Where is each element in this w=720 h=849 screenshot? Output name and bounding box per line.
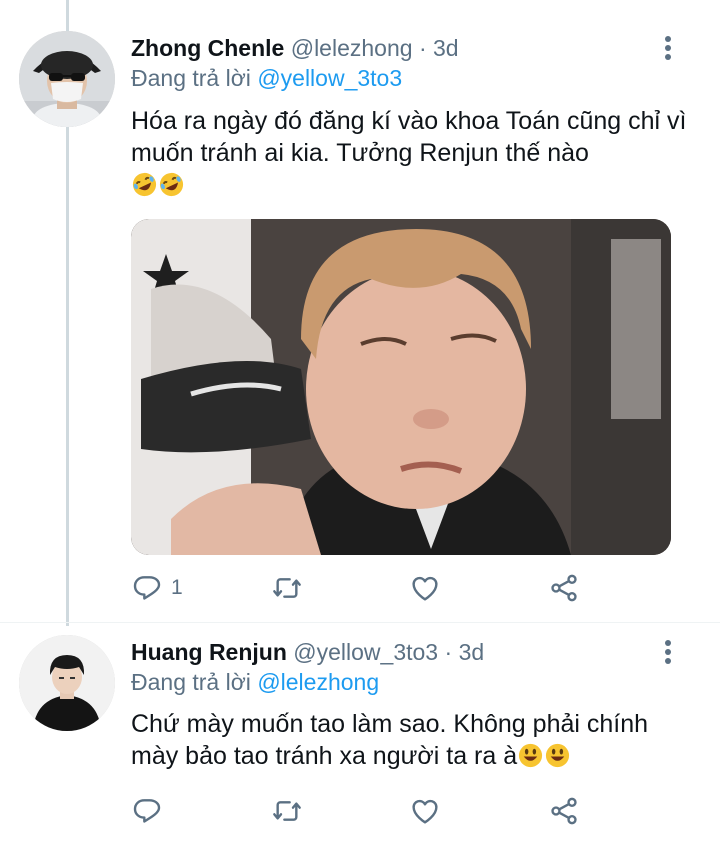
avatar[interactable] xyxy=(19,31,115,127)
share-button[interactable] xyxy=(548,791,580,831)
more-icon[interactable] xyxy=(658,33,678,63)
share-icon xyxy=(551,797,577,825)
replying-mention-link[interactable]: @yellow_3to3 xyxy=(257,65,402,91)
retweet-button[interactable] xyxy=(271,791,303,831)
tweet-body: Hóa ra ngày đó đăng kí vào khoa Toán cũn… xyxy=(131,107,687,167)
replying-mention-link[interactable]: @lelezhong xyxy=(257,669,379,695)
replying-to-line: Đang trả lời @lelezhong xyxy=(131,667,379,697)
like-button[interactable] xyxy=(409,568,441,608)
share-button[interactable] xyxy=(548,568,580,608)
avatar[interactable] xyxy=(19,635,115,731)
replying-to-line: Đang trả lời @yellow_3to3 xyxy=(131,63,402,93)
author-name[interactable]: Zhong Chenle xyxy=(131,35,284,61)
grinning-face-emoji xyxy=(519,743,543,768)
reply-icon xyxy=(133,799,161,823)
replying-label: Đang trả lời xyxy=(131,65,251,91)
separator-dot: · xyxy=(418,35,427,61)
more-icon[interactable] xyxy=(658,637,678,667)
tweet[interactable]: Huang Renjun @yellow_3to3 · 3d Đang trả … xyxy=(0,622,720,849)
reply-icon xyxy=(133,576,161,600)
grinning-face-emoji xyxy=(546,743,570,768)
tweet-actions xyxy=(131,791,591,831)
like-icon xyxy=(412,576,438,601)
share-icon xyxy=(551,574,577,602)
separator-dot: · xyxy=(444,639,453,665)
retweet-icon xyxy=(273,801,301,821)
author-handle[interactable]: @lelezhong xyxy=(291,35,413,61)
rolling-on-floor-laughing-emoji xyxy=(159,172,184,197)
tweet-header: Huang Renjun @yellow_3to3 · 3d xyxy=(131,637,484,667)
replying-label: Đang trả lời xyxy=(131,669,251,695)
tweet-text: Chứ mày muốn tao làm sao. Không phải chí… xyxy=(131,708,691,772)
tweet-text: Hóa ra ngày đó đăng kí vào khoa Toán cũn… xyxy=(131,105,691,201)
reply-count: 1 xyxy=(171,576,183,599)
retweet-icon xyxy=(273,578,301,598)
reply-button[interactable] xyxy=(131,791,171,831)
tweet-header: Zhong Chenle @lelezhong · 3d xyxy=(131,33,459,63)
timestamp[interactable]: 3d xyxy=(433,35,459,61)
author-handle[interactable]: @yellow_3to3 xyxy=(293,639,438,665)
tweet-actions: 1 xyxy=(131,568,591,608)
author-name[interactable]: Huang Renjun xyxy=(131,639,287,665)
reply-button[interactable]: 1 xyxy=(131,568,183,608)
rolling-on-floor-laughing-emoji xyxy=(132,172,157,197)
tweet-photo[interactable] xyxy=(131,219,671,555)
timestamp[interactable]: 3d xyxy=(459,639,485,665)
like-icon xyxy=(412,799,438,824)
like-button[interactable] xyxy=(409,791,441,831)
retweet-button[interactable] xyxy=(271,568,303,608)
tweet[interactable]: Zhong Chenle @lelezhong · 3d Đang trả lờ… xyxy=(0,0,720,622)
